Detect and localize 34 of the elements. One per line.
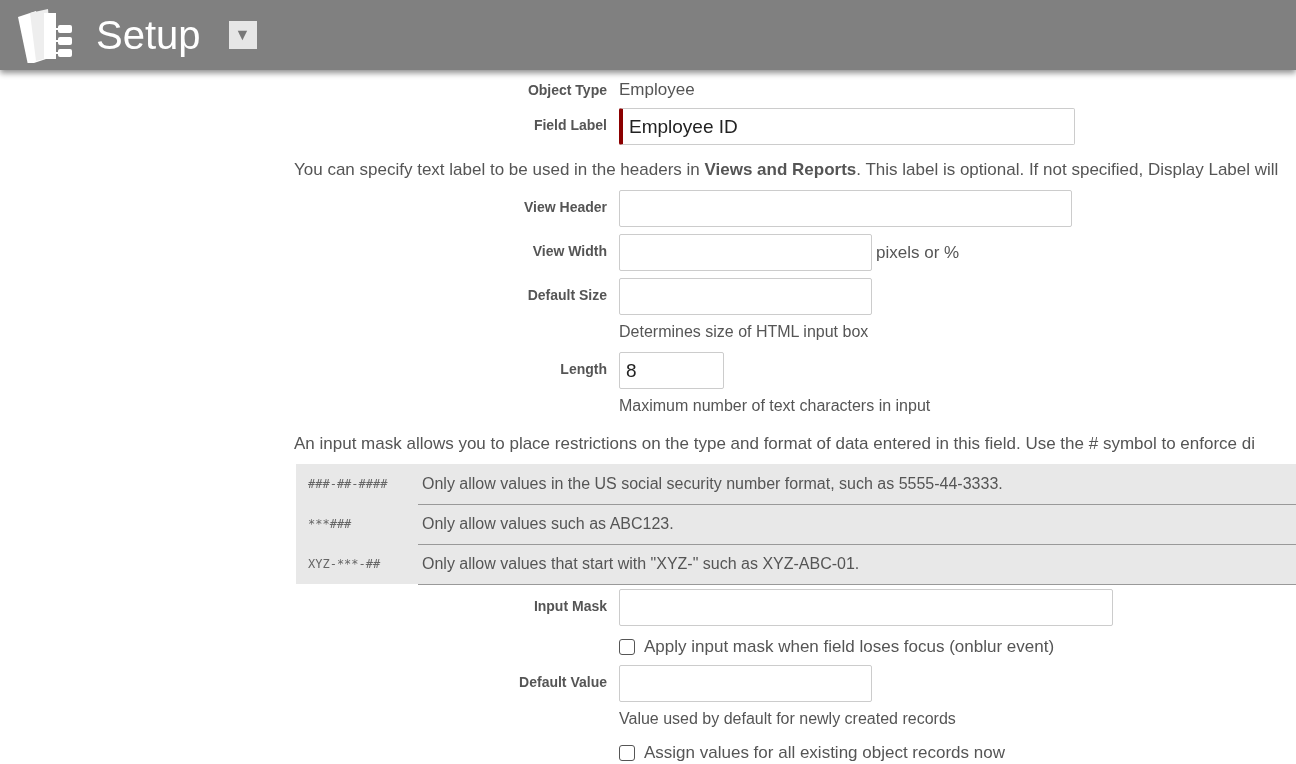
mask-pattern: ###-##-#### xyxy=(307,477,389,491)
help-text: Maximum number of text characters in input xyxy=(619,397,931,415)
field-label: Length xyxy=(559,360,607,377)
checkbox[interactable] xyxy=(619,639,635,655)
field-label: Object Type xyxy=(526,81,607,98)
input-field[interactable]: 8 xyxy=(619,352,724,389)
description-text: You can specify text label to be used in the headers in Views and Reports. This label is optional. If not specified, Display Label will xyxy=(294,160,1280,180)
input-field[interactable] xyxy=(619,190,1072,227)
field-label: Default Value xyxy=(518,673,607,690)
checkbox-option[interactable]: Assign values for all existing object records now xyxy=(619,739,1005,763)
input-field[interactable] xyxy=(619,589,1113,626)
mask-pattern: ***### xyxy=(307,517,353,531)
dropdown-button[interactable]: ▼ xyxy=(228,21,257,49)
field-label: View Header xyxy=(523,198,607,215)
field-label: Default Size xyxy=(526,286,607,303)
input-field[interactable]: Employee ID xyxy=(619,108,1075,145)
input-field[interactable] xyxy=(619,665,872,702)
mask-description: Only allow values such as ABC123. xyxy=(418,503,1296,545)
field-label: Field Label xyxy=(532,116,607,133)
help-text: Value used by default for newly created records xyxy=(619,710,956,728)
field-label: View Width xyxy=(531,242,607,259)
help-text: Determines size of HTML input box xyxy=(619,323,870,341)
checkbox[interactable] xyxy=(619,745,635,761)
unit-text: pixels or % xyxy=(876,242,960,263)
mask-description: Only allow values that start with "XYZ-" such as XYZ-ABC-01. xyxy=(418,543,1296,585)
description-text: An input mask allows you to place restrictions on the type and format of data entered in this field. Use the # symbol to enforce di xyxy=(294,434,1256,454)
mask-description: Only allow values in the US social security number format, such as 5555-44-3333. xyxy=(418,463,1296,505)
field-label: Input Mask xyxy=(532,597,607,614)
field-value: Employee xyxy=(619,79,695,100)
mask-pattern: XYZ-***-## xyxy=(307,557,382,571)
input-field[interactable] xyxy=(619,234,872,271)
input-field[interactable] xyxy=(619,278,872,315)
page-title: Setup xyxy=(96,12,201,58)
checkbox-option[interactable]: Apply input mask when field loses focus (onblur event) xyxy=(619,633,1055,657)
